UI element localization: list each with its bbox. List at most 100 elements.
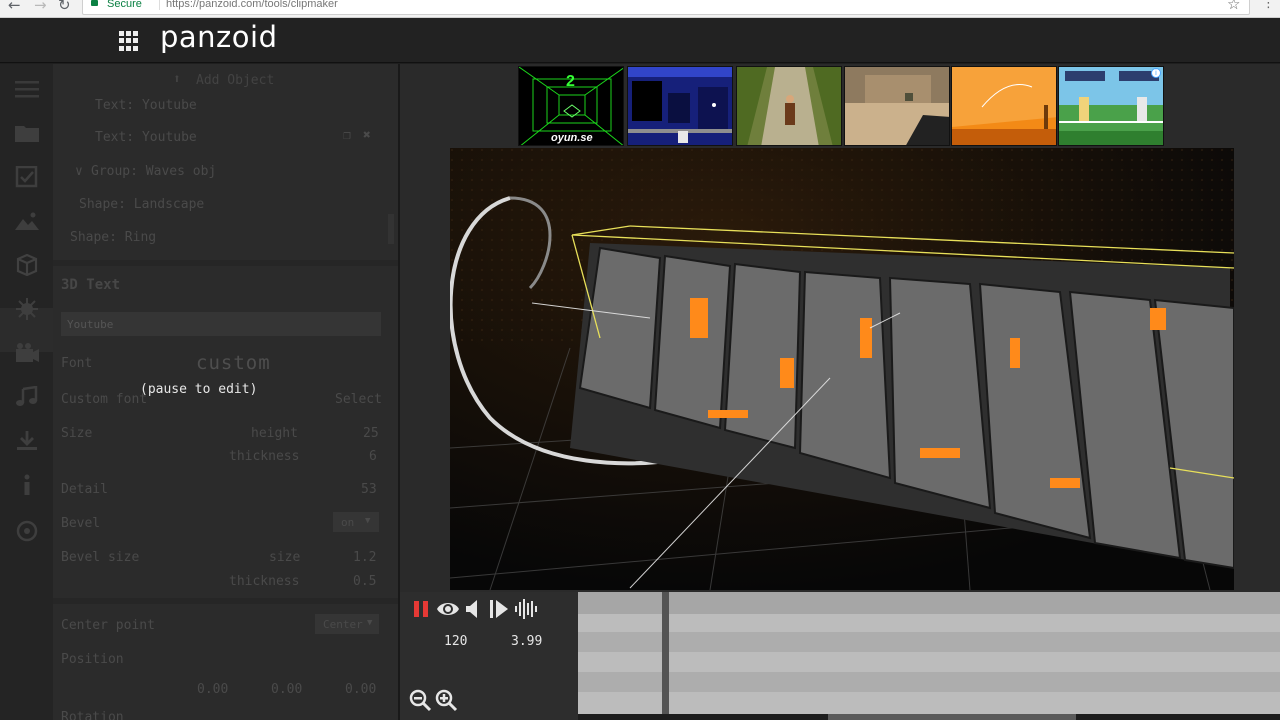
download-icon[interactable]: [14, 430, 40, 452]
music-icon[interactable]: [14, 386, 40, 408]
info-icon[interactable]: [14, 474, 40, 496]
tool-sidebar: [0, 64, 53, 720]
custom-font-label: Custom font: [61, 392, 148, 407]
bevel-select[interactable]: [333, 512, 379, 532]
center-caret-icon: ▼: [367, 618, 373, 628]
ad-platform-game[interactable]: [627, 66, 733, 146]
main-content: 2 oyun.se i 120 3.99: [398, 64, 1280, 720]
height-value[interactable]: 25: [363, 426, 379, 441]
lock-icon: [91, 0, 98, 6]
thickness-value[interactable]: 6: [369, 449, 377, 464]
pause-icon[interactable]: [412, 598, 430, 620]
reload-icon[interactable]: ↻: [58, 0, 71, 14]
bevel-value: on: [341, 516, 355, 529]
panel-divider: [53, 260, 398, 266]
center-value: Center: [323, 618, 363, 631]
settings-icon[interactable]: [14, 520, 40, 542]
rotation-label: Rotation: [61, 710, 124, 720]
scene-render: [450, 148, 1234, 590]
add-object-button[interactable]: Add Object: [196, 73, 274, 88]
bevel-size-sub: size: [269, 550, 301, 565]
ad-number: 2: [566, 73, 575, 90]
tree-item-landscape[interactable]: Shape: Landscape: [79, 197, 204, 212]
ad-soccer-game[interactable]: i: [1058, 66, 1164, 146]
time-readout[interactable]: 3.99: [511, 634, 542, 649]
timeline-ruler[interactable]: [578, 592, 1280, 614]
playhead[interactable]: [662, 592, 669, 720]
timeline-track[interactable]: [578, 592, 1280, 720]
platform-art: [628, 67, 732, 145]
bevel-caret-icon: ▼: [365, 516, 371, 526]
height-label: height: [251, 426, 298, 441]
font-value[interactable]: custom: [196, 352, 271, 374]
ad-tunnel-game[interactable]: 2 oyun.se: [518, 66, 624, 146]
pause-to-edit-note: (pause to edit): [140, 382, 258, 397]
font-label: Font: [61, 356, 93, 371]
expand-chevron-icon[interactable]: ∨: [75, 164, 83, 179]
apps-grid-icon[interactable]: [119, 31, 139, 51]
menu-icon[interactable]: [14, 78, 40, 100]
site-logo[interactable]: panzoid: [160, 20, 278, 54]
bookmark-star-icon[interactable]: ☆: [1227, 0, 1240, 13]
forward-icon[interactable]: →: [34, 0, 47, 14]
preview-canvas[interactable]: [450, 148, 1234, 590]
visibility-eye-icon[interactable]: [436, 598, 460, 620]
url-text[interactable]: https://panzoid.com/tools/clipmaker: [159, 0, 338, 10]
duplicate-icon[interactable]: ❐: [343, 128, 351, 143]
ad-shooter-game[interactable]: [844, 66, 950, 146]
tree-item-text-1[interactable]: Text: Youtube: [95, 98, 197, 113]
panel-divider-2: [53, 598, 398, 604]
detail-value[interactable]: 53: [361, 482, 377, 497]
particles-icon[interactable]: [14, 298, 40, 320]
bevel-size-value[interactable]: 1.2: [353, 550, 376, 565]
waveform-icon[interactable]: [514, 598, 538, 620]
zoom-in-icon[interactable]: [434, 688, 458, 712]
tree-item-group[interactable]: Group: Waves obj: [91, 164, 216, 179]
volume-icon[interactable]: [464, 598, 482, 620]
tree-item-ring[interactable]: Shape: Ring: [70, 230, 156, 245]
timeline-layer[interactable]: [578, 652, 1280, 672]
bevel-thickness-value[interactable]: 0.5: [353, 574, 376, 589]
delete-icon[interactable]: ✖: [363, 128, 371, 143]
step-forward-icon[interactable]: [488, 598, 510, 620]
select-font-button[interactable]: Select: [335, 392, 382, 407]
timeline-layer[interactable]: [578, 614, 1280, 632]
ad-caption: oyun.se: [551, 132, 593, 144]
ad-orange-game[interactable]: [951, 66, 1057, 146]
timeline-scroll-thumb[interactable]: [828, 714, 1076, 720]
app-root: ← → ↻ Secure https://panzoid.com/tools/c…: [0, 0, 1280, 720]
address-bar[interactable]: Secure https://panzoid.com/tools/clipmak…: [82, 0, 1250, 15]
ad-choices-icon[interactable]: i: [1151, 68, 1161, 78]
zoom-out-icon[interactable]: [408, 688, 432, 712]
3d-object-icon[interactable]: [14, 254, 40, 276]
video-icon[interactable]: [14, 342, 40, 364]
bevel-size-label: Bevel size: [61, 550, 140, 565]
browser-menu-icon[interactable]: ⋮: [1262, 0, 1275, 11]
ad-temple-run[interactable]: [736, 66, 842, 146]
bevel-label: Bevel: [61, 516, 101, 531]
folder-icon[interactable]: [14, 122, 40, 144]
image-icon[interactable]: [14, 210, 40, 232]
fps-readout[interactable]: 120: [444, 634, 467, 649]
size-label: Size: [61, 426, 93, 441]
section-title: 3D Text: [61, 277, 121, 293]
tree-item-text-2[interactable]: Text: Youtube: [95, 130, 197, 145]
site-header: panzoid: [0, 18, 1280, 63]
checkbox-icon[interactable]: [14, 166, 40, 188]
timeline-layer[interactable]: [578, 692, 1280, 714]
center-point-label: Center point: [61, 618, 155, 633]
timeline-layer[interactable]: [578, 672, 1280, 692]
position-x[interactable]: 0.00: [197, 682, 228, 697]
detail-label: Detail: [61, 482, 108, 497]
timeline-layer[interactable]: [578, 632, 1280, 652]
back-icon[interactable]: ←: [8, 0, 21, 14]
orange-art: [952, 67, 1056, 145]
shooter-art: [845, 67, 949, 145]
position-y[interactable]: 0.00: [271, 682, 302, 697]
position-z[interactable]: 0.00: [345, 682, 376, 697]
add-object-icon[interactable]: ⬆: [173, 72, 181, 87]
soccer-art: [1059, 67, 1163, 145]
tree-scrollbar[interactable]: [388, 214, 394, 244]
text-input-value: Youtube: [67, 318, 114, 331]
properties-panel: ⬆ Add Object Text: Youtube Text: Youtube…: [53, 64, 398, 720]
